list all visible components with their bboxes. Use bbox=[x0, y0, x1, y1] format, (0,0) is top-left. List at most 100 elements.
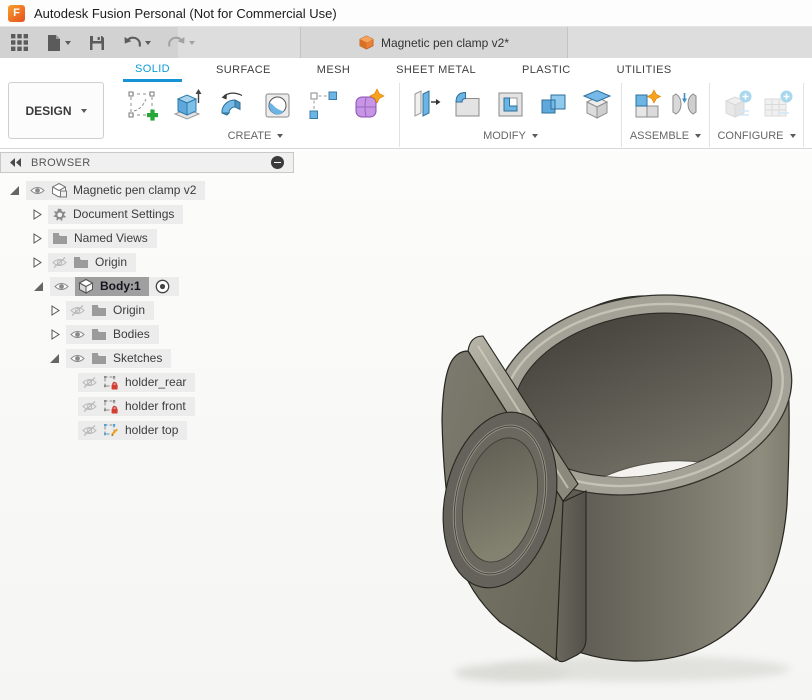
tree-row-holder-rear[interactable]: holder_rear bbox=[0, 370, 294, 394]
visible-eye-icon[interactable] bbox=[54, 280, 69, 293]
selected-item-highlight[interactable]: Body:1 bbox=[75, 277, 149, 296]
create-form-button[interactable] bbox=[346, 84, 391, 126]
hidden-eye-icon[interactable] bbox=[82, 400, 97, 413]
configuration-table-icon bbox=[759, 87, 795, 123]
redo-button[interactable] bbox=[164, 30, 198, 56]
create-sketch-button[interactable] bbox=[121, 84, 166, 126]
configuration-button[interactable] bbox=[717, 84, 757, 126]
modify-caret-icon bbox=[532, 134, 538, 138]
model-magnetic-pen-clamp[interactable] bbox=[430, 270, 812, 700]
tree-row-holder-front[interactable]: holder front bbox=[0, 394, 294, 418]
activate-component-radio[interactable] bbox=[155, 279, 170, 294]
assemble-group-label[interactable]: ASSEMBLE bbox=[630, 130, 701, 142]
tree-label[interactable]: Magnetic pen clamp v2 bbox=[73, 183, 196, 197]
workspace-selector[interactable]: DESIGN bbox=[8, 82, 104, 139]
file-menu-button[interactable] bbox=[43, 30, 74, 56]
tree-row-sketches[interactable]: Sketches bbox=[0, 346, 294, 370]
create-form-icon bbox=[350, 87, 386, 123]
collapsed-twisty-icon[interactable] bbox=[30, 256, 43, 269]
ribbon: SOLID SURFACE MESH SHEET METAL PLASTIC U… bbox=[0, 58, 812, 149]
ribbon-tab-bar: SOLID SURFACE MESH SHEET METAL PLASTIC U… bbox=[112, 58, 695, 82]
tab-solid[interactable]: SOLID bbox=[123, 58, 182, 82]
collapsed-twisty-icon[interactable] bbox=[48, 328, 61, 341]
document-tab[interactable]: Magnetic pen clamp v2* bbox=[300, 27, 568, 58]
create-group-label[interactable]: CREATE bbox=[228, 130, 284, 142]
shell-button[interactable] bbox=[489, 84, 532, 126]
tree-label[interactable]: Bodies bbox=[113, 327, 150, 341]
save-button[interactable] bbox=[86, 30, 108, 56]
hole-button[interactable] bbox=[256, 84, 301, 126]
visible-eye-icon[interactable] bbox=[30, 184, 45, 197]
tree-label[interactable]: Origin bbox=[113, 303, 145, 317]
sketch-locked-icon bbox=[103, 375, 119, 390]
joint-button[interactable] bbox=[666, 84, 705, 126]
tab-mesh[interactable]: MESH bbox=[294, 58, 373, 82]
configuration-table-button[interactable] bbox=[757, 84, 797, 126]
combine-button[interactable] bbox=[532, 84, 575, 126]
tree-label[interactable]: Named Views bbox=[74, 231, 148, 245]
tree-row-bodies[interactable]: Bodies bbox=[0, 322, 294, 346]
press-pull-icon bbox=[407, 87, 443, 123]
tab-utilities[interactable]: UTILITIES bbox=[594, 58, 695, 82]
undo-icon bbox=[123, 35, 142, 50]
expanded-twisty-icon[interactable] bbox=[32, 280, 45, 293]
tree-row-holder-top[interactable]: holder top bbox=[0, 418, 294, 442]
rectangular-pattern-button[interactable] bbox=[301, 84, 346, 126]
fillet-icon bbox=[450, 87, 486, 123]
modify-group-label[interactable]: MODIFY bbox=[483, 130, 538, 142]
folder-icon bbox=[73, 256, 89, 269]
combine-icon bbox=[536, 87, 572, 123]
workspace-caret-icon bbox=[81, 109, 87, 113]
tree-row-body1-origin[interactable]: Origin bbox=[0, 298, 294, 322]
fillet-button[interactable] bbox=[446, 84, 489, 126]
tree-label[interactable]: holder top bbox=[125, 423, 178, 437]
tree-label[interactable]: Sketches bbox=[113, 351, 162, 365]
hidden-eye-icon[interactable] bbox=[82, 376, 97, 389]
hidden-eye-icon[interactable] bbox=[70, 304, 85, 317]
workspace-label: DESIGN bbox=[25, 104, 71, 118]
tree-label[interactable]: holder front bbox=[125, 399, 186, 413]
undo-dropdown-caret-icon bbox=[145, 41, 151, 45]
collapsed-twisty-icon[interactable] bbox=[48, 304, 61, 317]
tree-label[interactable]: Document Settings bbox=[73, 207, 174, 221]
tree-row-root[interactable]: Magnetic pen clamp v2 bbox=[0, 178, 294, 202]
tree-label[interactable]: holder_rear bbox=[125, 375, 186, 389]
expanded-twisty-icon[interactable] bbox=[48, 352, 61, 365]
collapse-panel-icon[interactable] bbox=[10, 158, 22, 167]
fusion-logo-icon: F bbox=[8, 5, 25, 22]
extrude-button[interactable] bbox=[166, 84, 211, 126]
viewport-canvas[interactable]: BROWSER Magnetic pen clamp v2 bbox=[0, 150, 812, 700]
browser-title: BROWSER bbox=[31, 157, 91, 169]
tree-row-document-settings[interactable]: Document Settings bbox=[0, 202, 294, 226]
visible-eye-icon[interactable] bbox=[70, 328, 85, 341]
new-component-button[interactable] bbox=[627, 84, 666, 126]
configure-group-label[interactable]: CONFIGURE bbox=[717, 130, 795, 142]
split-body-button[interactable] bbox=[575, 84, 618, 126]
tab-surface[interactable]: SURFACE bbox=[193, 58, 294, 82]
collapsed-twisty-icon[interactable] bbox=[30, 208, 43, 221]
visible-eye-icon[interactable] bbox=[70, 352, 85, 365]
app-grid-button[interactable] bbox=[8, 30, 31, 56]
hidden-eye-icon[interactable] bbox=[82, 424, 97, 437]
ribbon-group-create: CREATE bbox=[112, 83, 400, 147]
revolve-button[interactable] bbox=[211, 84, 256, 126]
undo-button[interactable] bbox=[120, 30, 154, 56]
tree-label[interactable]: Body:1 bbox=[100, 279, 141, 293]
browser-panel: BROWSER Magnetic pen clamp v2 bbox=[0, 152, 294, 442]
split-body-icon bbox=[579, 87, 615, 123]
tab-sheet-metal[interactable]: SHEET METAL bbox=[373, 58, 499, 82]
minimize-browser-icon[interactable] bbox=[271, 156, 284, 169]
collapsed-twisty-icon[interactable] bbox=[30, 232, 43, 245]
tree-label[interactable]: Origin bbox=[95, 255, 127, 269]
hidden-eye-icon[interactable] bbox=[52, 256, 67, 269]
tree-row-origin[interactable]: Origin bbox=[0, 250, 294, 274]
body-icon bbox=[78, 278, 94, 294]
tree-row-body1[interactable]: Body:1 bbox=[0, 274, 294, 298]
tab-plastic[interactable]: PLASTIC bbox=[499, 58, 594, 82]
folder-icon bbox=[91, 304, 107, 317]
press-pull-button[interactable] bbox=[403, 84, 446, 126]
expanded-twisty-icon[interactable] bbox=[8, 184, 21, 197]
browser-header: BROWSER bbox=[0, 152, 294, 173]
tree-row-named-views[interactable]: Named Views bbox=[0, 226, 294, 250]
titlebar: F Autodesk Fusion Personal (Not for Comm… bbox=[0, 0, 812, 27]
